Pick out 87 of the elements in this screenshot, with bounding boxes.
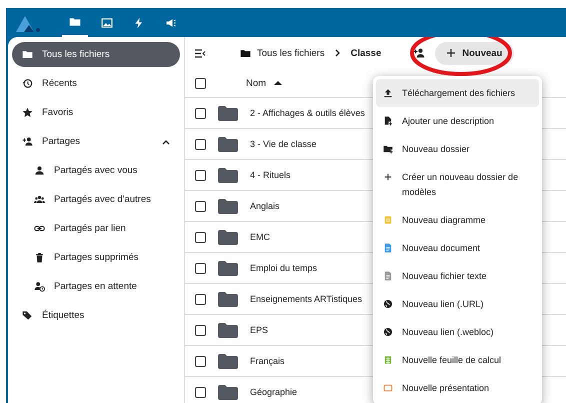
file-name[interactable]: EPS bbox=[250, 325, 268, 335]
person-clock-icon bbox=[34, 281, 45, 292]
folder-icon bbox=[240, 48, 251, 58]
trash-icon bbox=[34, 252, 45, 263]
folder-icon bbox=[218, 106, 238, 120]
folder-icon bbox=[218, 168, 238, 182]
nav-item[interactable]: Partages supprimés bbox=[12, 245, 180, 270]
text-file-icon bbox=[383, 270, 393, 280]
file-name[interactable]: Anglais bbox=[250, 201, 280, 211]
checkbox[interactable] bbox=[195, 262, 206, 274]
file-plus-icon bbox=[383, 116, 393, 126]
person-icon bbox=[34, 165, 45, 176]
checkbox[interactable] bbox=[195, 200, 206, 212]
checkbox[interactable] bbox=[195, 232, 206, 242]
file-name[interactable]: Emploi du temps bbox=[250, 263, 318, 273]
globe-icon bbox=[383, 326, 393, 336]
checkbox[interactable] bbox=[195, 386, 206, 398]
folder-icon bbox=[218, 198, 238, 214]
file-name[interactable]: 4 - Rituels bbox=[250, 170, 291, 180]
globe-icon bbox=[383, 298, 393, 308]
spreadsheet-file-icon bbox=[383, 354, 393, 364]
nav-item[interactable]: Partagés avec vous bbox=[12, 158, 180, 183]
file-name[interactable]: Géographie bbox=[250, 387, 298, 397]
sidebar-toggle-icon[interactable] bbox=[195, 48, 206, 58]
nav-item[interactable]: Récents bbox=[12, 71, 180, 96]
chevron-icon[interactable] bbox=[162, 138, 170, 144]
breadcrumb-link[interactable]: Classe bbox=[350, 48, 382, 58]
link-icon bbox=[34, 223, 45, 234]
folder-icon bbox=[218, 384, 238, 400]
menu-item[interactable]: Nouveau lien (.webloc) bbox=[376, 318, 539, 346]
menu-item[interactable]: Nouveau document bbox=[376, 234, 539, 262]
file-name[interactable]: 2 - Affichages & outils élèves bbox=[250, 108, 365, 118]
megaphone-icon bbox=[165, 16, 177, 28]
checkbox[interactable] bbox=[195, 294, 206, 304]
folder-icon bbox=[218, 322, 238, 338]
checkbox[interactable] bbox=[195, 324, 206, 336]
file-name[interactable]: Français bbox=[250, 356, 285, 366]
menu-item[interactable]: Ajouter une description bbox=[376, 107, 539, 135]
column-header[interactable]: Nom bbox=[246, 78, 282, 88]
folder-plus-icon bbox=[383, 144, 393, 154]
new-button[interactable]: Nouveau bbox=[435, 42, 514, 64]
plus-icon bbox=[447, 49, 456, 57]
nav-item[interactable]: Partagés par lien bbox=[12, 216, 180, 241]
folder-icon bbox=[218, 354, 238, 368]
checkbox[interactable] bbox=[195, 356, 206, 366]
folder-icon bbox=[218, 136, 238, 152]
file-name[interactable]: EMC bbox=[250, 232, 270, 242]
presentation-file-icon bbox=[383, 382, 393, 392]
people-icon bbox=[34, 194, 45, 205]
menu-item[interactable]: Nouvelle présentation bbox=[376, 374, 539, 402]
document-file-icon bbox=[383, 242, 393, 252]
plus-icon bbox=[383, 172, 393, 182]
checkbox[interactable] bbox=[195, 170, 206, 180]
image-icon bbox=[101, 16, 113, 28]
nav-item[interactable]: Étiquettes bbox=[12, 303, 180, 328]
checkbox[interactable] bbox=[195, 78, 206, 88]
history-icon bbox=[22, 78, 33, 89]
sort-arrow-icon bbox=[274, 80, 282, 86]
folder-icon bbox=[218, 292, 238, 306]
file-name[interactable]: 3 - Vie de classe bbox=[250, 139, 316, 149]
nav-item[interactable]: Partagés avec d'autres bbox=[12, 187, 180, 212]
add-person-icon bbox=[22, 136, 33, 147]
nav-item[interactable]: Favoris bbox=[12, 100, 180, 125]
breadcrumb-link[interactable]: Tous les fichiers bbox=[240, 48, 325, 58]
checkbox[interactable] bbox=[195, 138, 206, 150]
star-icon bbox=[22, 107, 33, 118]
menu-item[interactable]: Téléchargement des fichiers bbox=[376, 79, 539, 107]
tags-icon bbox=[22, 310, 33, 321]
add-person-icon[interactable] bbox=[413, 47, 426, 59]
menu-item[interactable]: Nouveau dossier bbox=[376, 135, 539, 163]
upload-icon bbox=[383, 88, 393, 98]
folder-icon bbox=[218, 230, 238, 244]
menu-item[interactable]: Nouveau lien (.URL) bbox=[376, 290, 539, 318]
menu-item[interactable]: Nouvelle feuille de calcul bbox=[376, 346, 539, 374]
nav-item[interactable]: Tous les fichiers bbox=[12, 42, 180, 67]
nav-item[interactable]: Partages bbox=[12, 129, 180, 154]
folder-icon bbox=[218, 260, 238, 276]
folder-icon bbox=[22, 49, 33, 60]
menu-item[interactable]: Nouveau diagramme bbox=[376, 206, 539, 234]
diagram-file-icon bbox=[383, 214, 393, 224]
checkbox[interactable] bbox=[195, 108, 206, 118]
chevron-right-icon bbox=[334, 49, 341, 57]
menu-item[interactable]: Créer un nouveau dossier de modèles bbox=[376, 163, 539, 206]
menu-item[interactable]: Nouveau fichier texte bbox=[376, 262, 539, 290]
folder-icon bbox=[69, 16, 81, 28]
nav-item[interactable]: Partages en attente bbox=[12, 274, 180, 299]
file-name[interactable]: Enseignements ARTistiques bbox=[250, 294, 362, 304]
